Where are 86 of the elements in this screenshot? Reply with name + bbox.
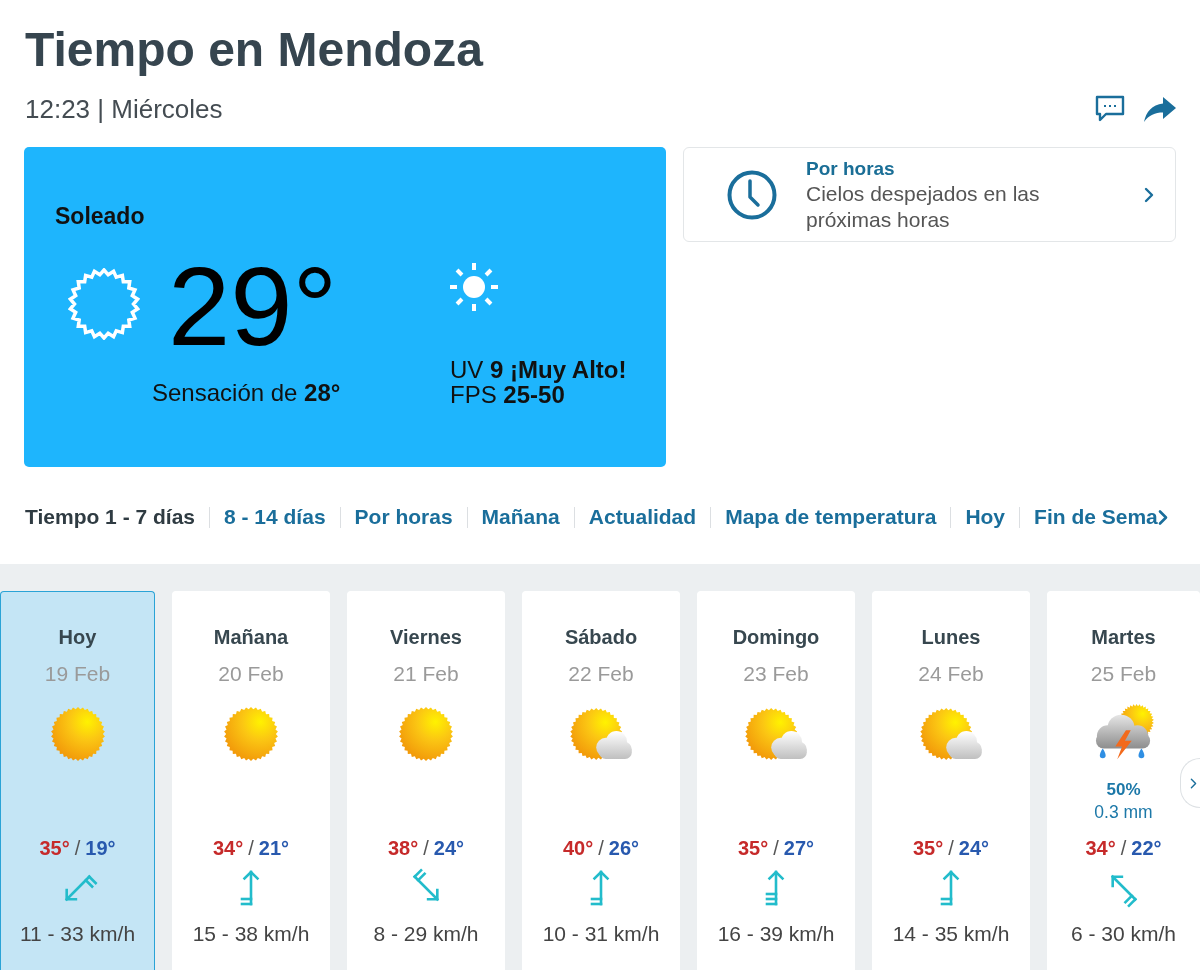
- day-name: Viernes: [390, 625, 462, 649]
- day-card[interactable]: Sábado 22 Feb 40° / 26° 10 - 31 km/h: [522, 591, 680, 970]
- day-date: 25 Feb: [1090, 662, 1157, 686]
- uv-index-text: UV 9 ¡Muy Alto!: [450, 357, 627, 382]
- min-temp: 27°: [783, 836, 815, 860]
- wind-speed: 15 - 38 km/h: [192, 922, 310, 946]
- day-date: 20 Feb: [218, 662, 284, 686]
- hourly-summary: Cielos despejados en las próximas horas: [806, 180, 1041, 233]
- max-temp: 35°: [39, 836, 70, 860]
- day-card[interactable]: Hoy 19 Feb 35° / 19° 11 - 33 km/h: [0, 591, 155, 970]
- nav-tab[interactable]: Mapa de temperatura: [725, 504, 937, 530]
- scroll-right-button[interactable]: [1157, 508, 1168, 526]
- min-temp: 24°: [958, 836, 990, 860]
- day-card[interactable]: Mañana 20 Feb 34° / 21° 15 - 38 km/h: [172, 591, 330, 970]
- comment-icon: [1095, 95, 1125, 123]
- chevron-icon: [1144, 186, 1154, 203]
- nav-tab[interactable]: Actualidad: [588, 504, 697, 530]
- day-name: Mañana: [213, 625, 289, 649]
- day-name: Hoy: [58, 625, 97, 649]
- min-temp: 24°: [433, 836, 465, 860]
- sun-outline-icon: [68, 268, 140, 340]
- day-date: 23 Feb: [743, 662, 809, 686]
- min-temp: 21°: [258, 836, 290, 860]
- day-name: Lunes: [921, 625, 981, 649]
- day-date: 19 Feb: [44, 662, 111, 686]
- nav-tab[interactable]: Hoy: [965, 504, 1006, 530]
- max-temp: 34°: [1085, 836, 1116, 860]
- max-temp: 35°: [912, 836, 944, 860]
- day-name: Domingo: [732, 625, 820, 649]
- nav-tab[interactable]: Tiempo 1 - 7 días: [25, 504, 195, 530]
- min-temp: 26°: [608, 836, 640, 860]
- day-card[interactable]: Domingo 23 Feb 35° / 27° 16 - 39 km/h: [697, 591, 855, 970]
- wind-speed: 10 - 31 km/h: [542, 922, 660, 946]
- share-button[interactable]: [1143, 95, 1177, 123]
- day-date: 21 Feb: [393, 662, 459, 686]
- temp-separator: /: [948, 836, 954, 860]
- max-temp: 34°: [212, 836, 244, 860]
- temp-separator: /: [74, 836, 81, 860]
- min-temp: 19°: [85, 836, 116, 860]
- nav-tab[interactable]: Por horas: [354, 504, 453, 530]
- sun-icon: [50, 707, 105, 761]
- day-date: 22 Feb: [568, 662, 634, 686]
- max-temp: 35°: [737, 836, 769, 860]
- wind-speed: 16 - 39 km/h: [717, 922, 835, 946]
- nav-tab[interactable]: Fin de Sema: [1034, 504, 1158, 530]
- day-card[interactable]: Martes 25 Feb 50% 0.3 mm 34° / 22° 6 - 30 km/h: [1047, 591, 1200, 970]
- wind-speed: 11 - 33 km/h: [19, 922, 136, 946]
- hourly-forecast-card[interactable]: Por horas Cielos despejados en las próximas horas: [683, 147, 1176, 242]
- sunscreen-text: FPS 25-50: [450, 382, 565, 407]
- clock-icon: [727, 169, 777, 220]
- sun-cloud-icon: [920, 708, 982, 760]
- temp-separator: /: [1120, 836, 1127, 860]
- sun-icon: [224, 707, 278, 761]
- temp-separator: /: [248, 836, 254, 860]
- temp-separator: /: [423, 836, 429, 860]
- max-temp: 38°: [387, 836, 419, 860]
- max-temp: 40°: [562, 836, 594, 860]
- chevron-icon: [1190, 776, 1197, 790]
- rain-chance: 50%: [1106, 779, 1141, 801]
- feels-like-text: Sensación de 28°: [152, 379, 341, 406]
- hourly-title: Por horas: [806, 156, 896, 181]
- day-name: Sábado: [564, 625, 638, 649]
- condition-text: Soleado: [55, 203, 145, 230]
- wind-speed: 6 - 30 km/h: [1070, 922, 1176, 946]
- page-title: Tiempo en Mendoza: [25, 23, 483, 77]
- sun-cloud-icon: [745, 708, 807, 760]
- day-card[interactable]: Lunes 24 Feb 35° / 24° 14 - 35 km/h: [872, 591, 1030, 970]
- day-name: Martes: [1091, 625, 1156, 649]
- wind-speed: 14 - 35 km/h: [892, 922, 1010, 946]
- day-date: 24 Feb: [918, 662, 984, 686]
- share-icon: [1143, 95, 1177, 123]
- min-temp: 22°: [1131, 836, 1162, 860]
- sun-icon: [450, 263, 498, 311]
- rain-amount: 0.3 mm: [1094, 801, 1153, 824]
- sun-icon: [399, 707, 453, 761]
- current-temperature: 29°: [168, 252, 338, 362]
- comment-button[interactable]: [1095, 95, 1125, 123]
- temp-separator: /: [773, 836, 779, 860]
- temp-separator: /: [598, 836, 604, 860]
- day-card[interactable]: Viernes 21 Feb 38° / 24° 8 - 29 km/h: [347, 591, 505, 970]
- chevron-icon: [1157, 508, 1168, 526]
- time-day-text: 12:23 | Miércoles: [25, 94, 223, 124]
- wind-speed: 8 - 29 km/h: [373, 922, 479, 946]
- sun-cloud-icon: [570, 708, 632, 760]
- nav-tab[interactable]: 8 - 14 días: [224, 504, 326, 530]
- nav-tab[interactable]: Mañana: [481, 504, 560, 530]
